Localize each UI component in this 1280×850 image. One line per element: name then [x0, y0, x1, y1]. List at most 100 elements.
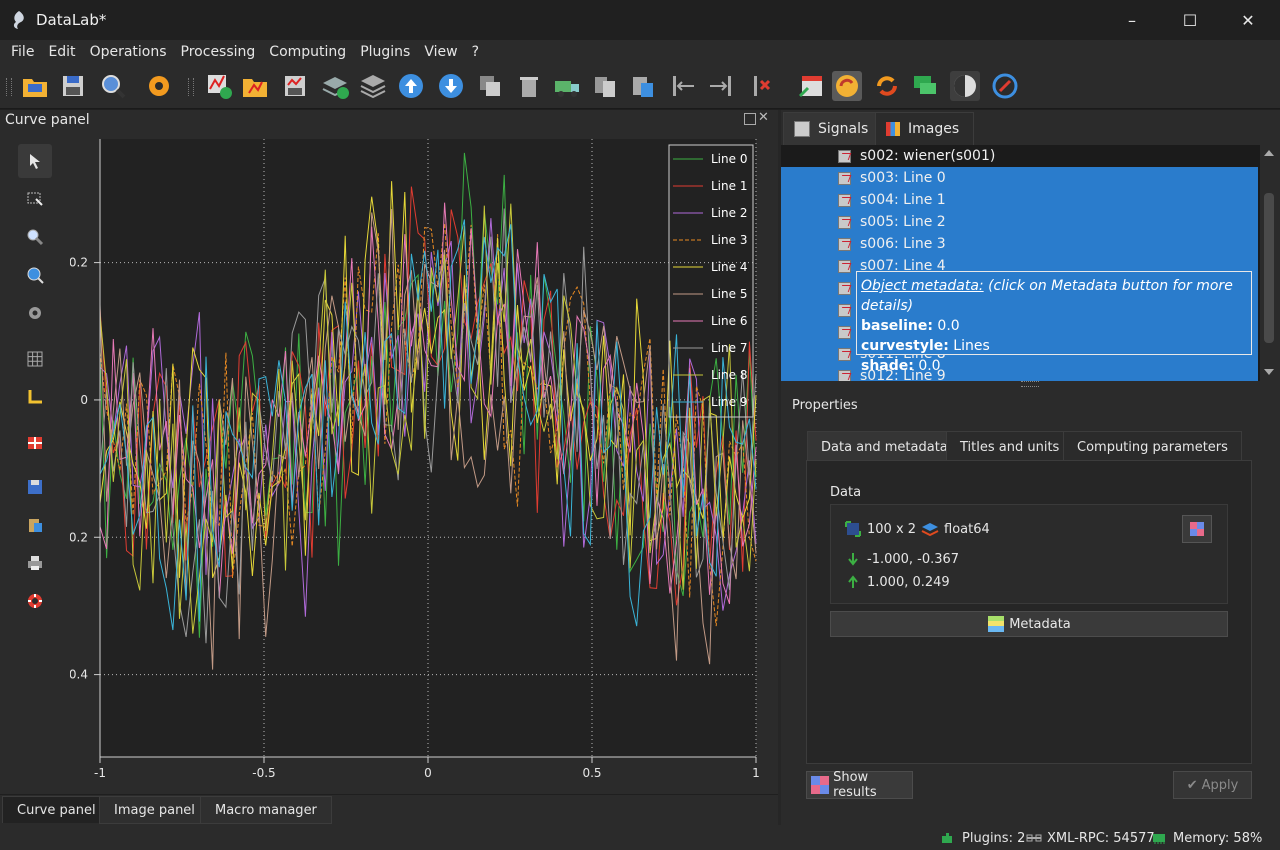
move-down-button[interactable]: [436, 71, 466, 101]
close-button[interactable]: ✕: [1219, 0, 1277, 40]
help-plot-button[interactable]: [18, 584, 52, 618]
toolbar-grip: [6, 78, 12, 96]
zoom-tool-button[interactable]: [18, 220, 52, 254]
view-data-button[interactable]: [1182, 515, 1212, 543]
menu-help[interactable]: ?: [465, 44, 486, 60]
y-tick-label: 0: [80, 393, 88, 407]
paste-icon: [633, 77, 653, 97]
comments-button[interactable]: [910, 71, 940, 101]
tab-curve-panel[interactable]: Curve panel: [2, 796, 111, 823]
float-panel-icon[interactable]: [744, 113, 756, 125]
chat-icon: [914, 76, 936, 94]
print-plot-button[interactable]: [18, 546, 52, 580]
grid-tool-button[interactable]: [18, 342, 52, 376]
autoscale-tool-button[interactable]: [18, 258, 52, 292]
legend-label: Line 4: [711, 260, 747, 274]
signal-item-label: s006: Line 3: [860, 236, 946, 252]
plot-toolbar: [0, 132, 70, 794]
signal-list-item[interactable]: s005: Line 2: [781, 211, 1258, 233]
tab-data-and-metadata[interactable]: Data and metadata: [807, 431, 962, 463]
duplicate-button[interactable]: [475, 71, 505, 101]
signal-item-icon: [838, 369, 851, 381]
delete-button[interactable]: [514, 71, 544, 101]
layers-add-icon: [322, 77, 349, 99]
open-h5-button[interactable]: [20, 71, 50, 101]
splitter-handle[interactable]: [1021, 381, 1039, 387]
scroll-down-icon[interactable]: [1264, 369, 1274, 375]
copy-button[interactable]: [590, 71, 620, 101]
browse-h5-button[interactable]: [98, 71, 128, 101]
maximize-button[interactable]: ☐: [1161, 0, 1219, 40]
move-up-button[interactable]: [396, 71, 426, 101]
settings-button[interactable]: [144, 71, 174, 101]
x-tick-label: -1: [94, 766, 106, 780]
menu-file[interactable]: File: [4, 44, 41, 60]
arrow-up-icon: [399, 74, 423, 98]
new-group-button[interactable]: [320, 71, 350, 101]
legend-label: Line 9: [711, 395, 747, 409]
menu-operations[interactable]: Operations: [83, 44, 174, 60]
curve-plot[interactable]: -1 -0.5 0 0.5 1 -0.4 -0.2 0 0.2 Line 0 Line 1 Line…: [70, 132, 780, 794]
cross-section-tool-button[interactable]: [18, 426, 52, 460]
auto-refresh-button[interactable]: [832, 71, 862, 101]
floppy-icon: [28, 480, 42, 494]
scrollbar-thumb[interactable]: [1264, 193, 1274, 343]
refresh-button[interactable]: [872, 71, 902, 101]
signal-list-item[interactable]: s002: wiener(s001): [781, 145, 1258, 167]
menu-processing[interactable]: Processing: [174, 44, 263, 60]
tab-images[interactable]: Images: [875, 112, 975, 146]
select-tool-button[interactable]: [18, 144, 52, 178]
signal-item-icon: [838, 281, 851, 295]
layers-button[interactable]: [358, 71, 388, 101]
left-align-button[interactable]: [668, 71, 698, 101]
paste-button[interactable]: [628, 71, 658, 101]
tab-macro-manager[interactable]: Macro manager: [200, 796, 332, 824]
apply-label: Apply: [1201, 777, 1239, 793]
sync-button[interactable]: [990, 71, 1020, 101]
data-max: 1.000, 0.249: [867, 575, 950, 590]
right-align-button[interactable]: [706, 71, 736, 101]
rect-zoom-tool-button[interactable]: [18, 182, 52, 216]
signal-list-scrollbar[interactable]: [1260, 145, 1278, 381]
save-plot-button[interactable]: [18, 470, 52, 504]
save-signal-button[interactable]: [280, 71, 310, 101]
show-results-button[interactable]: Show results: [806, 770, 913, 800]
copy-plot-button[interactable]: [18, 508, 52, 542]
tab-image-panel[interactable]: Image panel: [99, 796, 210, 824]
curve-panel-title: Curve panel: [5, 112, 90, 128]
scroll-up-icon[interactable]: [1264, 150, 1274, 156]
contrast-button[interactable]: [950, 71, 980, 101]
tab-signals[interactable]: Signals: [783, 112, 884, 146]
minimize-button[interactable]: –: [1103, 0, 1161, 40]
y-tick-label: -0.2: [70, 530, 88, 544]
data-section-title: Data: [830, 485, 862, 500]
menu-view[interactable]: View: [417, 44, 464, 60]
axes-tool-button[interactable]: [18, 380, 52, 414]
title-bar: DataLab* – ☐ ✕: [0, 0, 1280, 40]
delete-metadata-button[interactable]: [744, 71, 774, 101]
metadata-button[interactable]: Metadata: [830, 611, 1228, 637]
close-panel-icon[interactable]: ✕: [758, 110, 769, 125]
save-h5-button[interactable]: [58, 71, 88, 101]
signal-list-item[interactable]: s004: Line 1: [781, 189, 1258, 211]
menu-bar: File Edit Operations Processing Computin…: [0, 40, 1280, 64]
apply-button[interactable]: ✔ Apply: [1173, 771, 1252, 799]
open-signal-button[interactable]: [240, 71, 270, 101]
tab-computing-parameters[interactable]: Computing parameters: [1063, 431, 1242, 463]
tooltip-heading: Object metadata:: [861, 278, 984, 294]
distribute-button[interactable]: [552, 71, 582, 101]
curve-plot-svg[interactable]: -1 -0.5 0 0.5 1 -0.4 -0.2 0 0.2 Line 0 Line 1 Line…: [70, 132, 780, 794]
signal-list-item[interactable]: s006: Line 3: [781, 233, 1258, 255]
new-signal-button[interactable]: [204, 71, 234, 101]
menu-computing[interactable]: Computing: [262, 44, 353, 60]
menu-edit[interactable]: Edit: [41, 44, 82, 60]
x-tick-label: -0.5: [252, 766, 275, 780]
menu-plugins[interactable]: Plugins: [353, 44, 417, 60]
plot-settings-button[interactable]: [18, 296, 52, 330]
sync-icon: [992, 73, 1018, 99]
min-arrow-icon: [848, 553, 858, 566]
gear-icon: [149, 76, 169, 96]
tab-titles-and-units[interactable]: Titles and units: [946, 431, 1074, 463]
roi-button[interactable]: [796, 71, 826, 101]
signal-list-item[interactable]: s003: Line 0: [781, 167, 1258, 189]
